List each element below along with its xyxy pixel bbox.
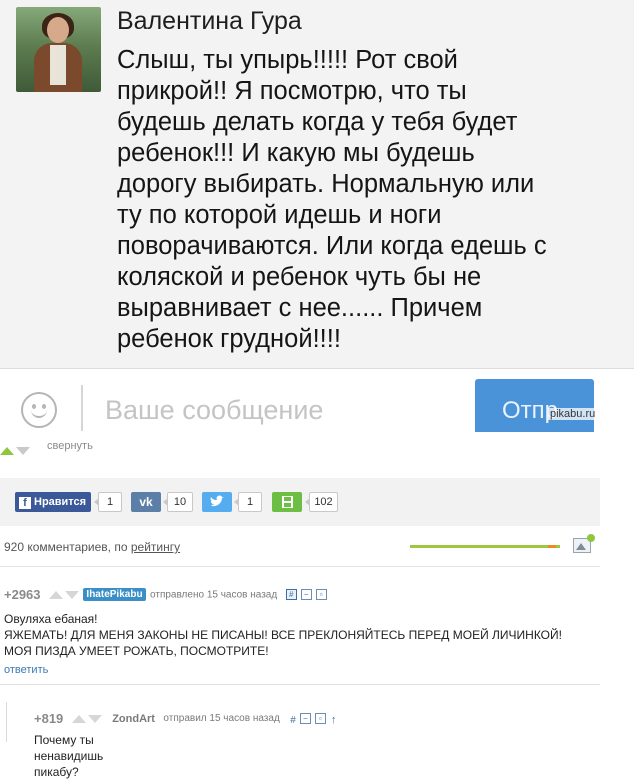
- chat-message-line: дорогу выбирать. Нормальную или: [117, 170, 535, 198]
- facebook-icon: f: [19, 497, 31, 509]
- save-comment-icon[interactable]: ▫: [314, 713, 326, 725]
- hash-link-icon[interactable]: #: [285, 589, 297, 601]
- comment-text: Почему ты ненавидишь пикабу?: [34, 732, 103, 780]
- share-count: 1: [94, 492, 122, 512]
- hash-link-icon[interactable]: #: [290, 715, 296, 726]
- chat-message-line: выравнивает с нее...... Причем: [117, 294, 483, 322]
- share-count: 1: [234, 492, 262, 512]
- upvote-icon[interactable]: [48, 590, 63, 599]
- comment-score: +819: [34, 711, 64, 726]
- thread-line: [6, 702, 7, 742]
- chat-screenshot-image: Валентина Гура Слыш, ты упырь!!!!! Рот с…: [0, 0, 634, 432]
- comments-header: 920 комментариев, по рейтингу: [4, 540, 180, 554]
- chat-message-line: ребенок грудной!!!!: [117, 325, 341, 353]
- comment-header: +819 ZondArt отправил 15 часов назад # − ▫…: [34, 710, 336, 728]
- save-icon: [282, 496, 293, 508]
- vk-share-button[interactable]: vk: [131, 492, 161, 512]
- chat-message-line: поворачиваются. Или когда едешь с: [117, 232, 547, 260]
- share-bar: f Нравится 1 vk 10 1 102: [0, 478, 600, 526]
- collapse-icon[interactable]: −: [300, 589, 312, 601]
- divider: [0, 566, 600, 567]
- chat-message-line: Слыш, ты упырь!!!!! Рот свой: [117, 46, 458, 74]
- comment-author[interactable]: IhatePikabu: [83, 588, 146, 602]
- upvote-icon[interactable]: [71, 714, 86, 723]
- chat-message-line: коляской и ребенок чуть бы не: [117, 263, 482, 291]
- divider: [0, 684, 600, 685]
- share-count: 102: [305, 492, 338, 512]
- message-input-placeholder: Ваше сообщение: [105, 395, 324, 425]
- comment-line: Почему ты ненавидишь пикабу?: [34, 733, 104, 779]
- comment-author[interactable]: ZondArt: [112, 713, 155, 725]
- input-divider: [81, 385, 83, 431]
- chat-message-line: прикрой!! Я посмотрю, что ты: [117, 77, 467, 105]
- collapse-icon[interactable]: −: [299, 713, 311, 725]
- reply-link[interactable]: ответить: [4, 664, 48, 676]
- save-post-button[interactable]: [272, 492, 302, 512]
- twitter-icon: [210, 495, 224, 507]
- comment-meta: отправил 15 часов назад: [163, 713, 280, 725]
- parent-arrow-icon[interactable]: ↑: [331, 714, 337, 726]
- chat-message-line: ту по которой идешь и ноги: [117, 201, 442, 229]
- share-count: 10: [163, 492, 193, 512]
- facebook-like-label: Нравится: [34, 496, 87, 508]
- post-vote: [0, 442, 30, 460]
- chat-message-line: ребенок!!! И какую мы будешь: [117, 139, 475, 167]
- downvote-icon[interactable]: [87, 714, 102, 723]
- comment-line: Овуляха ебаная!: [4, 612, 98, 626]
- chat-input-bar: Ваше сообщение Отпр: [0, 368, 634, 432]
- rating-bar: [410, 545, 560, 548]
- comment-line: МОЯ ПИЗДА УМЕЕТ РОЖАТЬ, ПОСМОТРИТЕ!: [4, 644, 269, 658]
- comment-meta: отправлено 15 часов назад: [150, 589, 278, 601]
- collapse-link[interactable]: свернуть: [47, 440, 93, 452]
- chat-message-line: будешь делать когда у тебя будет: [117, 108, 518, 136]
- comments-count: 920 комментариев, по: [4, 540, 128, 554]
- sender-avatar: [16, 7, 101, 92]
- downvote-icon[interactable]: [64, 590, 79, 599]
- comment-header: +2963 IhatePikabu отправлено 15 часов на…: [4, 586, 327, 604]
- chat-message: Слыш, ты упырь!!!!! Рот свой прикрой!! Я…: [117, 45, 587, 355]
- save-comment-icon[interactable]: ▫: [315, 589, 327, 601]
- watermark: pikabu.ru: [548, 408, 598, 420]
- send-button: Отпр: [475, 379, 594, 432]
- downvote-icon[interactable]: [16, 446, 30, 455]
- comment-score: +2963: [4, 587, 41, 602]
- comment-line: ЯЖЕМАТЬ! ДЛЯ МЕНЯ ЗАКОНЫ НЕ ПИСАНЫ! ВСЕ …: [4, 628, 562, 642]
- comment-text: Овуляха ебаная! ЯЖЕМАТЬ! ДЛЯ МЕНЯ ЗАКОНЫ…: [4, 611, 604, 659]
- facebook-like-button[interactable]: f Нравится: [15, 492, 91, 512]
- sort-by-rating-link[interactable]: рейтингу: [131, 540, 180, 554]
- image-toggle-icon[interactable]: [573, 534, 595, 553]
- smiley-icon: [21, 392, 57, 428]
- upvote-icon[interactable]: [0, 446, 14, 455]
- twitter-share-button[interactable]: [202, 492, 232, 512]
- vk-icon: vk: [139, 495, 153, 509]
- sender-name: Валентина Гура: [117, 7, 302, 35]
